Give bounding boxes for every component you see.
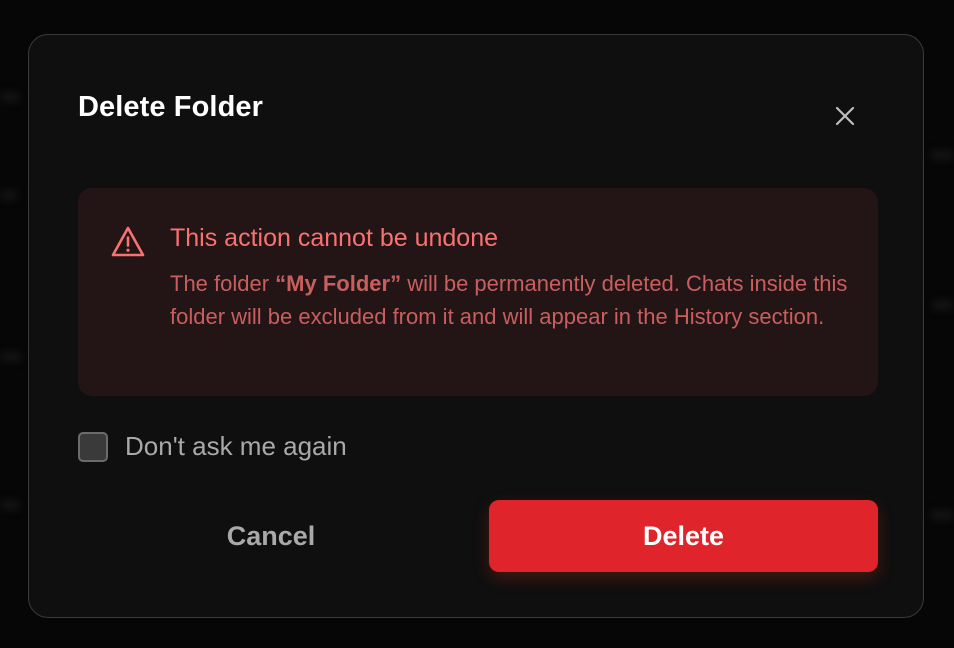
delete-button[interactable]: Delete	[489, 500, 878, 572]
backdrop-blur	[930, 510, 954, 520]
backdrop-blur	[0, 92, 20, 102]
folder-name: “My Folder”	[275, 271, 402, 296]
cancel-button[interactable]: Cancel	[78, 500, 464, 572]
backdrop-blur	[932, 300, 954, 310]
warning-message-prefix: The folder	[170, 271, 276, 296]
warning-message: The folder “My Folder” will be permanent…	[170, 268, 860, 333]
dont-ask-again-label: Don't ask me again	[125, 431, 347, 461]
warning-triangle-icon	[111, 226, 145, 257]
dialog-title: Delete Folder	[78, 91, 264, 123]
dont-ask-again-option[interactable]: Don't ask me again	[78, 431, 347, 462]
delete-folder-dialog: Delete Folder This action cannot be undo…	[28, 34, 924, 618]
backdrop-blur	[930, 150, 954, 160]
backdrop-blur	[0, 352, 22, 362]
warning-alert: This action cannot be undone The folder …	[78, 188, 878, 396]
warning-title: This action cannot be undone	[170, 224, 499, 252]
dont-ask-again-checkbox[interactable]	[78, 431, 108, 462]
backdrop-blur	[0, 500, 20, 510]
close-icon	[835, 106, 855, 126]
backdrop-blur	[0, 190, 18, 200]
close-button[interactable]	[830, 101, 860, 131]
